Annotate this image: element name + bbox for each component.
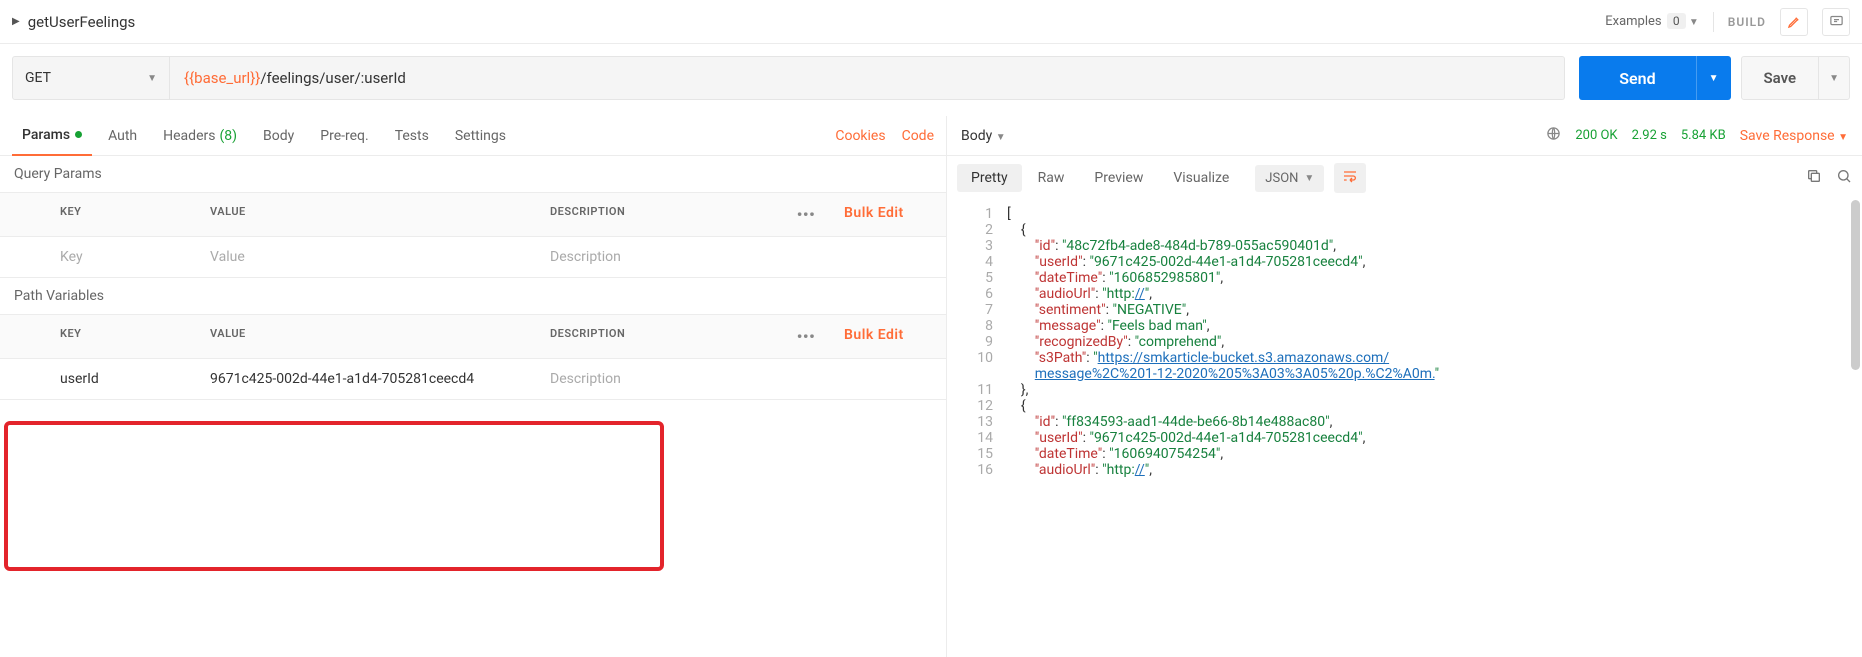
more-icon[interactable]: ••• — [776, 315, 836, 358]
pv-head-key: KEY — [52, 315, 202, 358]
chevron-down-icon: ▼ — [996, 132, 1006, 143]
code-line: message%2C%201-12-2020%205%3A03%3A05%20p… — [947, 366, 1862, 382]
pv-head-value: VALUE — [202, 315, 532, 358]
code-line: 7 "sentiment": "NEGATIVE", — [947, 302, 1862, 318]
url-path: /feelings/user/:userId — [260, 69, 406, 87]
code-line: 1[ — [947, 206, 1862, 222]
method-value: GET — [25, 70, 51, 86]
tab-auth[interactable]: Auth — [98, 116, 147, 156]
tab-params[interactable]: Params — [12, 116, 92, 156]
code-line: 9 "recognizedBy": "comprehend", — [947, 334, 1862, 350]
expand-icon[interactable]: ▶ — [12, 16, 20, 27]
send-button[interactable]: Send ▼ — [1579, 56, 1730, 100]
query-params-header: KEY VALUE DESCRIPTION ••• Bulk Edit — [0, 192, 946, 237]
tab-body[interactable]: Body — [253, 116, 304, 156]
save-dropdown-icon[interactable]: ▼ — [1818, 56, 1849, 100]
response-body[interactable]: 1[2 {3 "id": "48c72fb4-ade8-484d-b789-05… — [947, 200, 1862, 657]
tab-visualize[interactable]: Visualize — [1159, 164, 1243, 192]
edit-icon[interactable] — [1780, 8, 1808, 36]
scrollbar[interactable] — [1851, 200, 1860, 370]
query-params-title: Query Params — [0, 156, 946, 192]
request-name-bar: ▶ getUserFeelings Examples 0 ▼ BUILD — [0, 0, 1862, 44]
response-panel: Body ▼ 200 OK 2.92 s 5.84 KB Save Respon… — [946, 116, 1862, 657]
chevron-down-icon: ▼ — [1689, 17, 1699, 28]
code-line: 10 "s3Path": "https://smkarticle-bucket.… — [947, 350, 1862, 366]
tab-preview[interactable]: Preview — [1080, 164, 1157, 192]
pv-key: userId — [60, 371, 99, 387]
request-bar: GET ▼ {{base_url}}/feelings/user/:userId… — [0, 44, 1862, 116]
chevron-down-icon: ▼ — [147, 73, 157, 84]
tab-tests[interactable]: Tests — [385, 116, 439, 156]
save-response-link[interactable]: Save Response ▼ — [1740, 128, 1848, 144]
request-panel: Params Auth Headers(8) Body Pre-req. Tes… — [0, 116, 946, 657]
pv-value: 9671c425-002d-44e1-a1d4-705281ceecd4 — [210, 371, 474, 387]
tab-settings[interactable]: Settings — [445, 116, 516, 156]
request-tabs: Params Auth Headers(8) Body Pre-req. Tes… — [0, 116, 946, 156]
response-type-select[interactable]: JSON▼ — [1255, 165, 1324, 192]
annotation-highlight — [4, 421, 664, 571]
code-line: 6 "audioUrl": "http://", — [947, 286, 1862, 302]
qp-head-value: VALUE — [202, 193, 532, 236]
status-code: 200 OK — [1575, 128, 1617, 143]
tab-prereq[interactable]: Pre-req. — [310, 116, 378, 156]
send-dropdown-icon[interactable]: ▼ — [1696, 56, 1731, 100]
search-icon[interactable] — [1836, 168, 1852, 188]
url-variable: {{base_url}} — [184, 69, 260, 87]
code-line: 15 "dateTime": "1606940754254", — [947, 446, 1862, 462]
response-time: 2.92 s — [1632, 128, 1667, 143]
code-line: 5 "dateTime": "1606852985801", — [947, 270, 1862, 286]
code-line: 14 "userId": "9671c425-002d-44e1-a1d4-70… — [947, 430, 1862, 446]
wrap-lines-icon[interactable] — [1334, 163, 1366, 193]
qp-key-placeholder: Key — [60, 249, 83, 265]
response-size: 5.84 KB — [1681, 128, 1726, 143]
more-icon[interactable]: ••• — [776, 193, 836, 236]
bulk-edit-link[interactable]: Bulk Edit — [844, 327, 904, 343]
query-params-empty-row[interactable]: Key Value Description — [0, 237, 946, 278]
code-line: 13 "id": "ff834593-aad1-44de-be66-8b14e4… — [947, 414, 1862, 430]
code-line: 16 "audioUrl": "http://", — [947, 462, 1862, 478]
params-modified-dot — [75, 131, 82, 138]
divider — [1713, 12, 1714, 32]
code-line: 12 { — [947, 398, 1862, 414]
code-link[interactable]: Code — [902, 128, 934, 144]
response-header: Body ▼ 200 OK 2.92 s 5.84 KB Save Respon… — [947, 116, 1862, 156]
headers-count: (8) — [219, 128, 237, 144]
response-view-tabs: Pretty Raw Preview Visualize JSON▼ — [947, 156, 1862, 200]
qp-value-placeholder: Value — [210, 249, 245, 265]
path-variables-header: KEY VALUE DESCRIPTION ••• Bulk Edit — [0, 314, 946, 359]
pv-head-desc: DESCRIPTION — [532, 315, 776, 358]
qp-head-desc: DESCRIPTION — [532, 193, 776, 236]
examples-dropdown[interactable]: Examples 0 ▼ — [1605, 14, 1699, 29]
code-line: 3 "id": "48c72fb4-ade8-484d-b789-055ac59… — [947, 238, 1862, 254]
globe-icon[interactable] — [1546, 126, 1561, 145]
cookies-link[interactable]: Cookies — [835, 128, 885, 144]
code-line: 8 "message": "Feels bad man", — [947, 318, 1862, 334]
code-line: 2 { — [947, 222, 1862, 238]
qp-desc-placeholder: Description — [550, 249, 621, 265]
bulk-edit-link[interactable]: Bulk Edit — [844, 205, 904, 221]
save-label: Save — [1742, 69, 1819, 87]
code-line: 4 "userId": "9671c425-002d-44e1-a1d4-705… — [947, 254, 1862, 270]
copy-icon[interactable] — [1806, 168, 1822, 188]
request-name: getUserFeelings — [28, 13, 136, 31]
tab-headers[interactable]: Headers(8) — [153, 116, 247, 156]
method-select[interactable]: GET ▼ — [12, 56, 170, 100]
chevron-down-icon: ▼ — [1838, 132, 1848, 143]
path-variables-title: Path Variables — [0, 278, 946, 314]
code-line: 11 }, — [947, 382, 1862, 398]
response-body-dropdown[interactable]: Body ▼ — [961, 128, 1006, 144]
build-button[interactable]: BUILD — [1728, 15, 1766, 29]
examples-count: 0 — [1667, 13, 1686, 29]
tab-raw[interactable]: Raw — [1024, 164, 1079, 192]
save-button[interactable]: Save ▼ — [1741, 56, 1851, 100]
send-label: Send — [1579, 69, 1695, 88]
pv-desc-placeholder: Description — [550, 371, 621, 387]
url-input[interactable]: {{base_url}}/feelings/user/:userId — [170, 56, 1565, 100]
tab-pretty[interactable]: Pretty — [957, 164, 1022, 192]
examples-label: Examples — [1605, 14, 1661, 29]
comment-icon[interactable] — [1822, 8, 1850, 36]
path-variable-row[interactable]: userId 9671c425-002d-44e1-a1d4-705281cee… — [0, 359, 946, 400]
qp-head-key: KEY — [52, 193, 202, 236]
chevron-down-icon: ▼ — [1304, 173, 1314, 184]
